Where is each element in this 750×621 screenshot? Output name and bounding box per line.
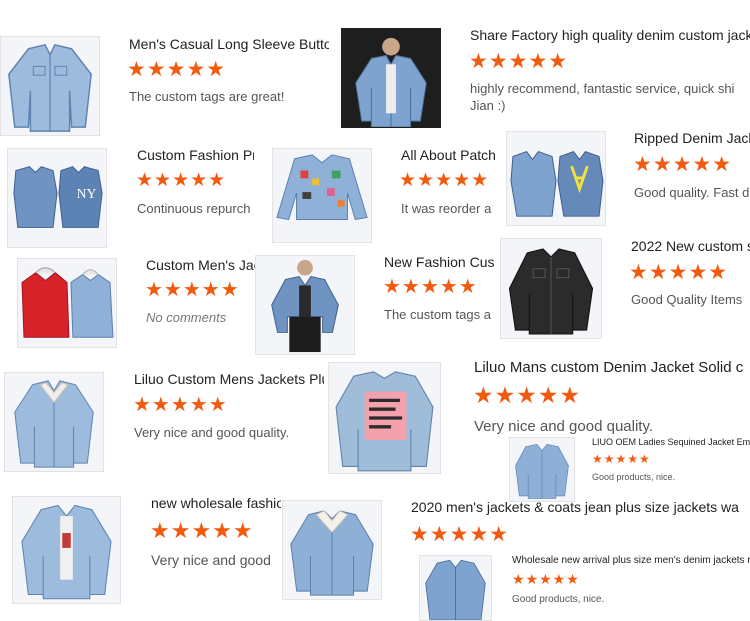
review-text: highly recommend, fantastic service, qui… bbox=[470, 81, 735, 96]
review-text: It was reorder a bbox=[401, 201, 492, 216]
sherpa-jacket-icon bbox=[290, 510, 374, 596]
review-title[interactable]: 2022 New custom s bbox=[631, 238, 750, 254]
review-title[interactable]: new wholesale fashio bbox=[151, 495, 281, 511]
star-rating: ★★★★★ bbox=[145, 279, 240, 301]
star-rating: ★★★★★ bbox=[633, 153, 733, 176]
star-rating: ★★★★★ bbox=[469, 50, 569, 73]
painted-jacket-icon bbox=[335, 371, 434, 472]
review-title[interactable]: 2020 men's jackets & coats jean plus siz… bbox=[411, 499, 750, 515]
review-text: The custom tags are great! bbox=[129, 89, 285, 104]
star-rating: ★★★★★ bbox=[383, 276, 478, 298]
review-title[interactable]: Custom Men's Jac bbox=[146, 257, 255, 273]
star-rating: ★★★★★ bbox=[150, 518, 254, 543]
review-text: Very nice and good bbox=[151, 552, 271, 568]
review-text: Good quality. Fast d bbox=[634, 185, 750, 200]
patch-jacket-icon bbox=[276, 154, 368, 221]
product-image[interactable] bbox=[17, 258, 117, 348]
review-text: The custom tags a bbox=[384, 307, 491, 322]
review-title[interactable]: Liluo Custom Mens Jackets Plu bbox=[134, 371, 324, 387]
review-title[interactable]: Men's Casual Long Sleeve Butto bbox=[129, 36, 329, 52]
review-text-continued: Jian :) bbox=[470, 98, 506, 113]
review-title[interactable]: LIUO OEM Ladies Sequined Jacket Emb bbox=[592, 437, 750, 447]
review-title[interactable]: Wholesale new arrival plus size men's de… bbox=[512, 555, 750, 566]
review-title[interactable]: Ripped Denim Jack bbox=[634, 130, 750, 146]
product-image[interactable] bbox=[282, 500, 382, 600]
product-image[interactable] bbox=[255, 255, 355, 355]
review-text: Continuous repurch bbox=[137, 201, 251, 216]
product-image[interactable] bbox=[4, 372, 104, 472]
review-text: Very nice and good quality. bbox=[134, 425, 290, 440]
denim-jacket-icon bbox=[425, 559, 486, 620]
denim-jacket-icon bbox=[271, 259, 339, 353]
product-image[interactable]: NY bbox=[7, 148, 107, 248]
star-rating: ★★★★★ bbox=[512, 571, 580, 587]
review-text: No comments bbox=[146, 310, 227, 325]
svg-text:NY: NY bbox=[77, 186, 97, 201]
star-rating: ★★★★★ bbox=[410, 523, 510, 546]
star-rating: ★★★★★ bbox=[473, 382, 582, 408]
review-text: Good products, nice. bbox=[592, 472, 676, 482]
product-image[interactable] bbox=[0, 36, 100, 136]
review-title[interactable]: Share Factory high quality denim custom … bbox=[470, 27, 750, 43]
product-image[interactable] bbox=[506, 131, 606, 226]
product-image[interactable] bbox=[509, 437, 575, 502]
star-rating: ★★★★★ bbox=[629, 261, 729, 284]
product-image[interactable] bbox=[419, 555, 492, 621]
star-rating: ★★★★★ bbox=[127, 58, 227, 81]
review-title[interactable]: Liluo Mans custom Denim Jacket Solid c bbox=[474, 359, 750, 376]
product-image[interactable] bbox=[12, 496, 121, 604]
review-title[interactable]: All About Patch bbox=[401, 147, 498, 163]
denim-jacket-icon bbox=[510, 150, 604, 217]
star-rating: ★★★★★ bbox=[399, 170, 490, 191]
denim-jacket-icon bbox=[355, 37, 427, 127]
denim-jacket-icon bbox=[8, 43, 92, 132]
star-rating: ★★★★★ bbox=[133, 394, 228, 416]
denim-jacket-icon bbox=[515, 443, 569, 499]
star-rating: ★★★★★ bbox=[592, 452, 651, 466]
review-text: Good products, nice. bbox=[512, 594, 605, 605]
black-jacket-icon bbox=[508, 248, 594, 335]
product-image[interactable] bbox=[500, 238, 602, 339]
star-rating: ★★★★★ bbox=[136, 170, 227, 191]
sherpa-jacket-icon bbox=[14, 380, 94, 468]
review-text: Very nice and good quality. bbox=[474, 418, 654, 435]
hoodie-jacket-icon bbox=[21, 267, 114, 338]
review-title[interactable]: New Fashion Cust bbox=[384, 254, 494, 270]
denim-jacket-icon: NY bbox=[13, 166, 103, 228]
product-image[interactable] bbox=[272, 148, 372, 243]
product-image[interactable] bbox=[341, 28, 441, 128]
review-title[interactable]: Custom Fashion Pr bbox=[137, 147, 254, 163]
denim-jacket-icon bbox=[21, 504, 112, 600]
review-text: Good Quality Items bbox=[631, 292, 743, 307]
product-image[interactable] bbox=[328, 362, 441, 474]
